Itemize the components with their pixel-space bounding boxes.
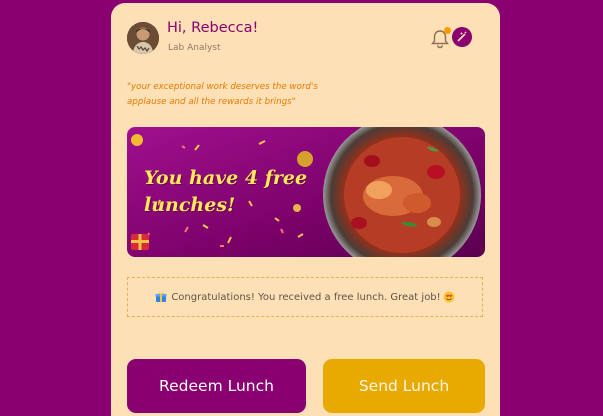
send-lunch-button[interactable]: Send Lunch [323,359,485,413]
quick-action-badge[interactable] [452,27,472,47]
user-role: Lab Analyst [168,43,221,53]
headline-line-1: You have 4 free [144,167,308,189]
congratulations-message: Congratulations! You received a free lun… [127,277,483,317]
main-card: Hi, Rebecca! Lab Analyst "your exception… [111,3,500,416]
gift-icon [155,292,167,302]
congrats-text: Congratulations! You received a free lun… [171,291,441,303]
notification-dot [444,27,451,34]
motivational-quote: "your exceptional work deserves the word… [127,82,318,107]
greeting-title: Hi, Rebecca! [167,20,259,36]
page: Hi, Rebecca! Lab Analyst "your exception… [0,0,603,416]
avatar [127,22,159,54]
avatar-image [127,22,159,54]
headline-line-2: lunches! [144,194,236,216]
free-lunch-headline: You have 4 free lunches! [144,165,307,219]
redeem-lunch-button[interactable]: Redeem Lunch [127,359,306,413]
wand-icon [457,31,467,42]
free-lunch-banner: You have 4 free lunches! [127,127,485,257]
heart-eyes-icon [443,291,455,303]
